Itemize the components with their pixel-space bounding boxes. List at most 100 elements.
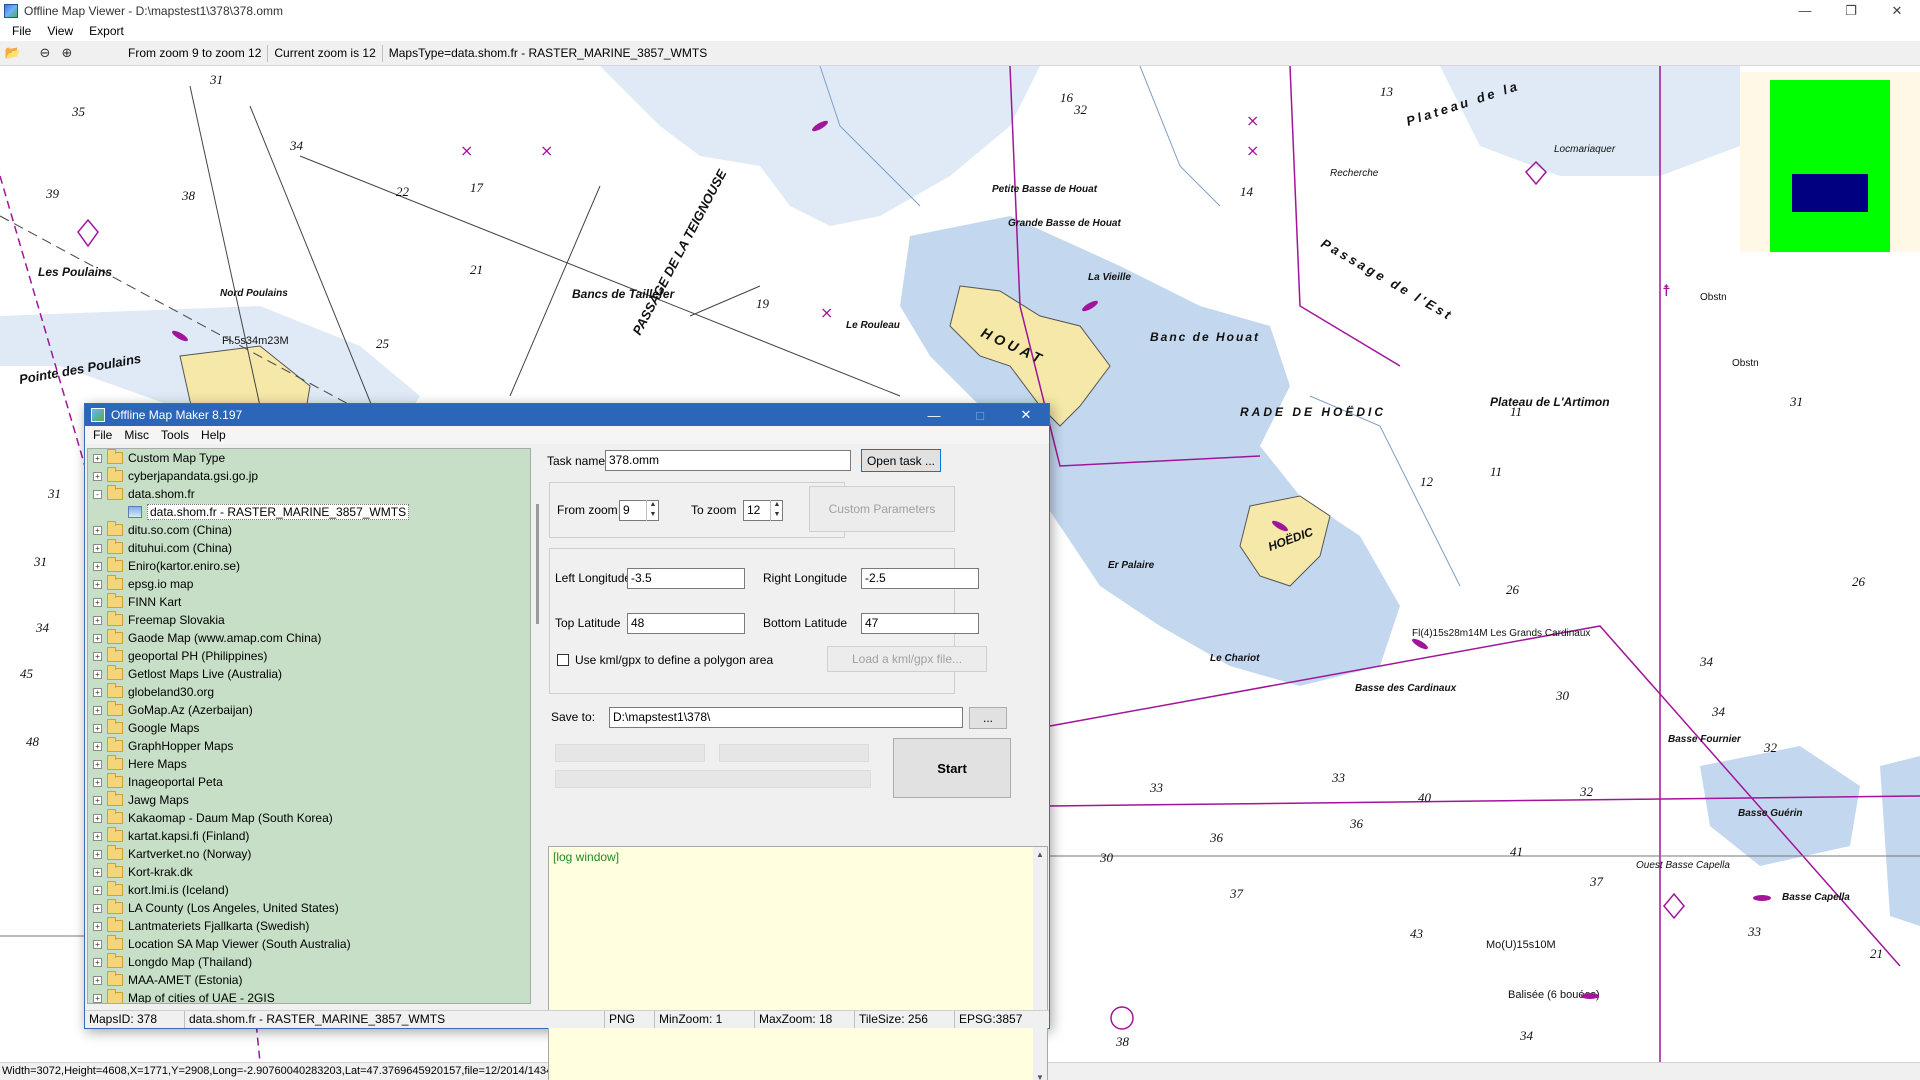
tree-folder-item[interactable]: + geoportal PH (Philippines) (88, 647, 530, 665)
dialog-menu-help[interactable]: Help (195, 428, 232, 442)
left-longitude-input[interactable]: -3.5 (627, 568, 745, 589)
tree-item-label: Eniro(kartor.eniro.se) (128, 559, 241, 573)
tree-folder-item[interactable]: + Jawg Maps (88, 791, 530, 809)
tree-folder-item[interactable]: + kort.lmi.is (Iceland) (88, 881, 530, 899)
tree-folder-item[interactable]: + Inageoportal Peta (88, 773, 530, 791)
expand-icon[interactable]: + (93, 525, 102, 535)
tree-folder-item[interactable]: + Lantmateriets Fjallkarta (Swedish) (88, 917, 530, 935)
tree-folder-item[interactable]: + GraphHopper Maps (88, 737, 530, 755)
expand-icon[interactable]: + (93, 993, 102, 1003)
expand-icon[interactable]: + (93, 903, 102, 913)
open-folder-icon[interactable]: 📂 (4, 44, 22, 62)
dialog-menu-file[interactable]: File (87, 428, 118, 442)
expand-icon[interactable]: + (93, 975, 102, 985)
bottom-latitude-input[interactable]: 47 (861, 613, 979, 634)
expand-icon[interactable]: + (93, 669, 102, 679)
right-longitude-input[interactable]: -2.5 (861, 568, 979, 589)
close-button[interactable]: ✕ (1874, 0, 1920, 21)
expand-icon[interactable]: + (93, 885, 102, 895)
log-window[interactable]: [log window] ▲ ▼ (548, 846, 1048, 1080)
tree-folder-item[interactable]: + GoMap.Az (Azerbaijan) (88, 701, 530, 719)
tree-folder-item[interactable]: + ditu.so.com (China) (88, 521, 530, 539)
menu-view[interactable]: View (39, 24, 81, 38)
top-latitude-input[interactable]: 48 (627, 613, 745, 634)
tree-folder-item[interactable]: + LA County (Los Angeles, United States) (88, 899, 530, 917)
scroll-down-icon[interactable]: ▼ (1036, 1073, 1044, 1080)
expand-icon[interactable]: + (93, 723, 102, 733)
expand-icon[interactable]: + (93, 615, 102, 625)
tree-folder-item[interactable]: + Eniro(kartor.eniro.se) (88, 557, 530, 575)
open-task-button[interactable]: Open task ... (861, 449, 941, 472)
tree-folder-item[interactable]: + Here Maps (88, 755, 530, 773)
dialog-menu-tools[interactable]: Tools (155, 428, 195, 442)
map-type-tree[interactable]: + Custom Map Type + cyberjapandata.gsi.go.j… (87, 448, 531, 1004)
scroll-up-icon[interactable]: ▲ (1036, 850, 1044, 859)
kml-checkbox[interactable] (557, 654, 569, 666)
tree-folder-item[interactable]: - data.shom.fr (88, 485, 530, 503)
collapse-icon[interactable]: - (93, 489, 102, 499)
expand-icon[interactable]: + (93, 741, 102, 751)
anchor-prohibited-icon: ⨯ (820, 303, 833, 322)
from-zoom-spinner[interactable]: ▲ ▼ (646, 500, 659, 521)
task-name-input[interactable]: 378.omm (605, 450, 851, 471)
tree-folder-item[interactable]: + cyberjapandata.gsi.go.jp (88, 467, 530, 485)
expand-icon[interactable]: + (93, 759, 102, 769)
expand-icon[interactable]: + (93, 867, 102, 877)
tree-folder-item[interactable]: + Freemap Slovakia (88, 611, 530, 629)
tree-folder-item[interactable]: + dituhui.com (China) (88, 539, 530, 557)
expand-icon[interactable]: + (93, 633, 102, 643)
expand-icon[interactable]: + (93, 561, 102, 571)
expand-icon[interactable]: + (93, 795, 102, 805)
save-to-input[interactable]: D:\mapstest1\378\ (609, 707, 963, 728)
tree-folder-item[interactable]: + Map of cities of UAE - 2GIS (88, 989, 530, 1003)
tree-folder-item[interactable]: + Gaode Map (www.amap.com China) (88, 629, 530, 647)
expand-icon[interactable]: + (93, 939, 102, 949)
expand-icon[interactable]: + (93, 957, 102, 967)
expand-icon[interactable]: + (93, 543, 102, 553)
tree-folder-item[interactable]: + kartat.kapsi.fi (Finland) (88, 827, 530, 845)
tree-folder-item[interactable]: + Kakaomap - Daum Map (South Korea) (88, 809, 530, 827)
tree-folder-item[interactable]: + Google Maps (88, 719, 530, 737)
tree-folder-item[interactable]: + epsg.io map (88, 575, 530, 593)
zoom-out-icon[interactable]: ⊖ (36, 44, 54, 62)
dialog-close-button[interactable]: ✕ (1003, 404, 1049, 426)
overview-viewport[interactable] (1792, 174, 1868, 212)
maximize-button[interactable]: ❐ (1828, 0, 1874, 21)
expand-icon[interactable]: + (93, 687, 102, 697)
menu-file[interactable]: File (4, 24, 39, 38)
tree-folder-item[interactable]: + Kort-krak.dk (88, 863, 530, 881)
to-zoom-spinner[interactable]: ▲ ▼ (770, 500, 783, 521)
expand-icon[interactable]: + (93, 471, 102, 481)
tree-leaf-item[interactable]: data.shom.fr - RASTER_MARINE_3857_WMTS (88, 503, 530, 521)
expand-icon[interactable]: + (93, 453, 102, 463)
expand-icon[interactable]: + (93, 831, 102, 841)
expand-icon[interactable]: + (93, 705, 102, 715)
tree-folder-item[interactable]: + Getlost Maps Live (Australia) (88, 665, 530, 683)
expand-icon[interactable]: + (93, 921, 102, 931)
expand-icon[interactable]: + (93, 597, 102, 607)
overview-minimap[interactable] (1740, 72, 1920, 252)
tree-folder-item[interactable]: + Longdo Map (Thailand) (88, 953, 530, 971)
tree-folder-item[interactable]: + Location SA Map Viewer (South Australia… (88, 935, 530, 953)
label-basse-guerin: Basse Guérin (1738, 808, 1802, 819)
expand-icon[interactable]: + (93, 651, 102, 661)
zoom-in-icon[interactable]: ⊕ (58, 44, 76, 62)
expand-icon[interactable]: + (93, 849, 102, 859)
minimize-button[interactable]: — (1782, 0, 1828, 21)
tree-item-label: Getlost Maps Live (Australia) (128, 667, 283, 681)
expand-icon[interactable]: + (93, 813, 102, 823)
expand-icon[interactable]: + (93, 579, 102, 589)
tree-folder-item[interactable]: + Custom Map Type (88, 449, 530, 467)
tree-folder-item[interactable]: + Kartverket.no (Norway) (88, 845, 530, 863)
tree-scrollbar[interactable] (536, 504, 539, 624)
expand-icon[interactable]: + (93, 777, 102, 787)
tree-folder-item[interactable]: + globeland30.org (88, 683, 530, 701)
tree-folder-item[interactable]: + FINN Kart (88, 593, 530, 611)
dialog-menu-misc[interactable]: Misc (118, 428, 155, 442)
browse-button[interactable]: ... (969, 707, 1007, 729)
dialog-minimize-button[interactable]: — (911, 404, 957, 426)
log-scrollbar[interactable]: ▲ ▼ (1033, 847, 1047, 1080)
start-button[interactable]: Start (893, 738, 1011, 798)
tree-folder-item[interactable]: + MAA-AMET (Estonia) (88, 971, 530, 989)
menu-export[interactable]: Export (81, 24, 132, 38)
